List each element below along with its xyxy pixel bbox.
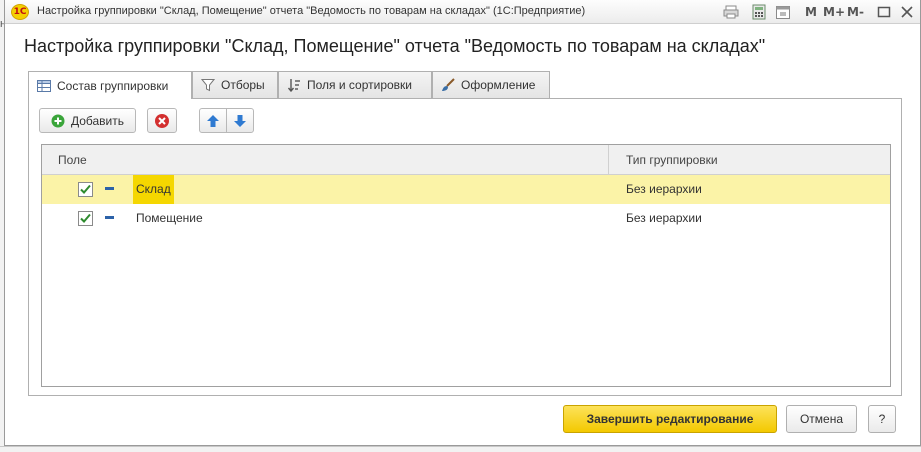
memory-minus-button[interactable]: M- (847, 5, 864, 19)
field-type-icon (105, 216, 114, 219)
filter-icon (201, 79, 215, 92)
move-up-button[interactable] (199, 108, 227, 133)
arrow-down-icon (234, 114, 246, 127)
app-logo-icon: 1С (11, 4, 29, 20)
cancel-label: Отмена (799, 412, 844, 426)
window-title: Настройка группировки "Склад, Помещение"… (37, 5, 586, 17)
tab-label: Оформление (461, 78, 536, 92)
maximize-icon[interactable] (877, 4, 891, 20)
tab-content-panel: Добавить Поле Тип группировки Склад Без … (28, 98, 902, 396)
field-name[interactable]: Склад (133, 175, 174, 204)
tab-label: Состав группировки (57, 78, 169, 93)
print-icon[interactable] (723, 4, 739, 20)
delete-icon (155, 113, 169, 128)
delete-button[interactable] (147, 108, 177, 133)
add-button-label: Добавить (70, 113, 125, 128)
brush-icon (442, 78, 455, 91)
table-icon (37, 79, 51, 92)
finish-editing-button[interactable]: Завершить редактирование (563, 405, 777, 433)
tab-filters[interactable]: Отборы (192, 71, 278, 98)
field-name[interactable]: Помещение (133, 204, 206, 233)
help-button[interactable]: ? (868, 405, 896, 433)
tab-label: Отборы (221, 78, 265, 92)
background-window-bottom (0, 446, 921, 452)
tab-label: Поля и сортировки (307, 78, 412, 92)
help-label: ? (878, 412, 886, 426)
add-button[interactable]: Добавить (39, 108, 136, 133)
memory-m-button[interactable]: M (805, 5, 817, 19)
grouping-type[interactable]: Без иерархии (626, 175, 702, 204)
tab-grouping-fields[interactable]: Состав группировки (28, 71, 192, 99)
arrow-up-icon (207, 114, 219, 127)
tab-appearance[interactable]: Оформление (432, 71, 550, 98)
move-down-button[interactable] (226, 108, 254, 133)
grouping-type[interactable]: Без иерархии (626, 204, 702, 233)
memory-plus-button[interactable]: M+ (823, 5, 845, 19)
row-checkbox[interactable] (78, 211, 93, 226)
calculator-icon[interactable] (751, 4, 767, 20)
grouping-fields-table: Поле Тип группировки Склад Без иерархии (41, 144, 891, 387)
table-header: Поле Тип группировки (42, 145, 890, 175)
page-title: Настройка группировки "Склад, Помещение"… (24, 36, 766, 56)
dialog-window: 1С Настройка группировки "Склад, Помещен… (4, 0, 921, 446)
cancel-button[interactable]: Отмена (786, 405, 857, 433)
finish-editing-label: Завершить редактирование (586, 412, 754, 426)
table-row[interactable]: Помещение Без иерархии (42, 204, 890, 233)
checkmark-icon (80, 184, 91, 194)
row-checkbox[interactable] (78, 182, 93, 197)
title-bar: 1С Настройка группировки "Склад, Помещен… (5, 0, 920, 24)
checkmark-icon (80, 213, 91, 223)
calendar-icon[interactable] (775, 4, 791, 20)
table-row[interactable]: Склад Без иерархии (42, 175, 890, 204)
field-type-icon (105, 187, 114, 190)
sort-icon (287, 79, 300, 92)
column-header-grouping-type[interactable]: Тип группировки (626, 153, 718, 167)
close-icon[interactable] (900, 4, 914, 20)
column-separator[interactable] (608, 145, 609, 175)
column-header-field[interactable]: Поле (58, 153, 87, 167)
plus-circle-icon (51, 114, 65, 127)
tab-fields-sorting[interactable]: Поля и сортировки (278, 71, 432, 98)
